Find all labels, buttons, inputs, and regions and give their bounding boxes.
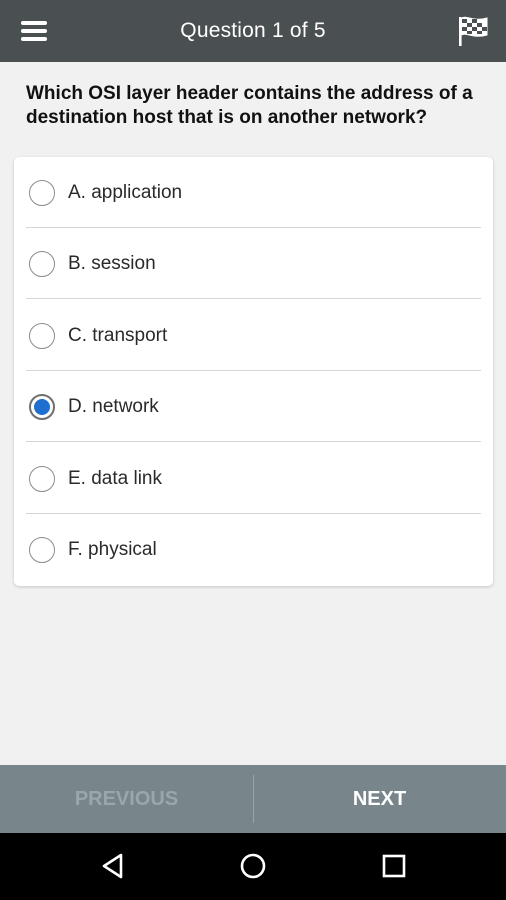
radio-button[interactable]: [29, 179, 55, 206]
page-title: Question 1 of 5: [180, 19, 326, 42]
divider: [26, 441, 481, 442]
radio-button[interactable]: [29, 250, 55, 277]
hamburger-menu-icon[interactable]: [20, 19, 48, 43]
option-label: B. session: [68, 252, 156, 274]
option-label: F. physical: [68, 538, 157, 560]
previous-button[interactable]: PREVIOUS: [0, 765, 253, 833]
recents-square-icon[interactable]: [378, 850, 410, 882]
app-header: Question 1 of 5: [0, 0, 506, 62]
radio-button[interactable]: [29, 536, 55, 563]
option-d[interactable]: D. network: [14, 371, 493, 442]
option-e[interactable]: E. data link: [14, 443, 493, 514]
checkered-flag-icon[interactable]: [456, 14, 490, 48]
back-triangle-icon[interactable]: [97, 850, 129, 882]
option-label: A. application: [68, 181, 183, 203]
option-b[interactable]: B. session: [14, 228, 493, 299]
option-c[interactable]: C. transport: [14, 300, 493, 371]
option-a[interactable]: A. application: [14, 157, 493, 228]
next-button[interactable]: NEXT: [253, 765, 506, 833]
option-label: D. network: [68, 395, 159, 417]
radio-button[interactable]: [29, 465, 55, 492]
option-label: E. data link: [68, 467, 162, 489]
navigation-footer: PREVIOUS NEXT: [0, 765, 506, 833]
radio-button[interactable]: [29, 322, 55, 349]
option-f[interactable]: F. physical: [14, 514, 493, 585]
question-text: Which OSI layer header contains the addr…: [26, 83, 473, 128]
home-circle-icon[interactable]: [237, 850, 269, 882]
divider: [26, 298, 481, 299]
option-label: C. transport: [68, 324, 168, 346]
radio-button-selected[interactable]: [29, 393, 55, 420]
answer-options-card: A. application B. session C. transport D…: [14, 157, 493, 586]
system-navigation-bar: [0, 833, 506, 900]
